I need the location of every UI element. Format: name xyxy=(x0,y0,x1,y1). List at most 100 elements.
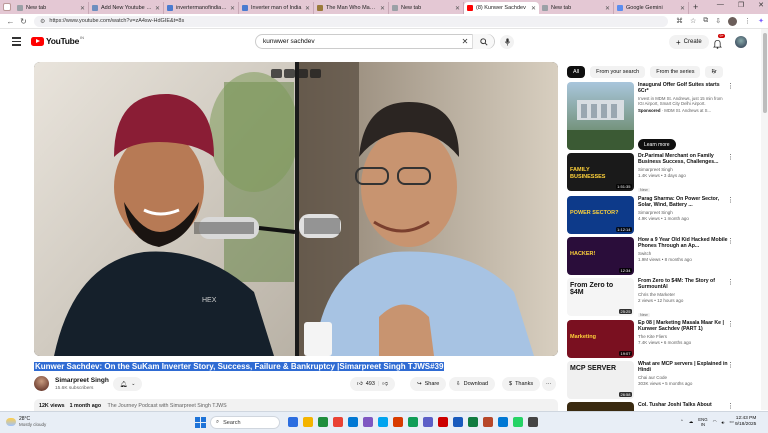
tab-close-icon[interactable]: ✕ xyxy=(680,5,685,12)
taskbar-app-icon[interactable] xyxy=(288,417,298,427)
taskbar-app-icon[interactable] xyxy=(513,417,523,427)
thanks-button[interactable]: $ Thanks xyxy=(502,377,541,391)
weather-widget[interactable]: 28°C Mostly cloudy xyxy=(6,416,46,427)
cast-icon[interactable] xyxy=(297,69,308,78)
thumbs-down-icon[interactable]: 👎︎ xyxy=(382,381,388,387)
tab-search-icon[interactable] xyxy=(3,3,11,11)
chevron-right-icon[interactable]: › xyxy=(713,67,716,76)
scrollbar-thumb[interactable] xyxy=(762,33,767,113)
more-vert-icon[interactable]: ⋮ xyxy=(727,361,734,369)
browser-tab[interactable]: New tab ✕ xyxy=(14,2,89,14)
video-title[interactable]: What are MCP servers | Explained in Hind… xyxy=(638,361,728,374)
recommended-video[interactable]: Marketing 19:07 Ep 08 | Marketing Masala M… xyxy=(567,320,737,360)
video-thumbnail[interactable]: From Zero to $4M 25:25 xyxy=(567,278,634,316)
taskbar-app-icon[interactable] xyxy=(423,417,433,427)
browser-tab[interactable]: New tab ✕ xyxy=(389,2,464,14)
taskbar-app-icon[interactable] xyxy=(408,417,418,427)
more-vert-icon[interactable]: ⋮ xyxy=(727,237,734,245)
video-title[interactable]: Kunwer Sachdev: On the SuKam Inverter St… xyxy=(34,362,445,371)
guide-menu-icon[interactable] xyxy=(12,37,21,48)
youtube-logo[interactable]: YouTube IN xyxy=(31,35,84,46)
address-bar[interactable]: ⚙ https://www.youtube.com/watch?v=zA4sw-… xyxy=(34,15,668,27)
browser-tab[interactable]: The Man Who Made In ✕ xyxy=(314,2,389,14)
like-button[interactable]: 👍︎ 493 | 👎︎ xyxy=(350,377,395,391)
extensions-icon[interactable]: ⧉ xyxy=(703,17,708,25)
account-avatar[interactable] xyxy=(735,36,747,48)
video-title[interactable]: Parag Sharma: On Power Sector, Solar, Wi… xyxy=(638,196,728,209)
video-title[interactable]: Col. Tushar Joshi Talks About xyxy=(638,402,728,408)
video-thumbnail[interactable]: POWER SECTOR? 1:12:14 xyxy=(567,196,634,234)
chevron-up-icon[interactable]: ⌃ xyxy=(680,419,684,425)
tab-close-icon[interactable]: ✕ xyxy=(80,5,85,12)
search-button[interactable] xyxy=(472,34,494,49)
voice-search-button[interactable] xyxy=(500,35,514,49)
page-scrollbar[interactable] xyxy=(761,29,768,410)
onedrive-icon[interactable]: ☁ xyxy=(689,419,694,425)
taskbar-app-icon[interactable] xyxy=(363,417,373,427)
filter-chip[interactable]: From your search xyxy=(590,66,646,78)
video-thumbnail[interactable]: HACKER! 12:34 xyxy=(567,237,634,275)
taskbar-app-icon[interactable] xyxy=(453,417,463,427)
more-vert-icon[interactable]: ⋮ xyxy=(727,196,734,204)
video-thumbnail[interactable]: MCP SERVER 26:58 xyxy=(567,361,634,399)
taskbar-app-icon[interactable] xyxy=(378,417,388,427)
browser-tab[interactable]: Add New Youtube - Ku ✕ xyxy=(89,2,164,14)
browser-tab[interactable]: Inverter man of India ✕ xyxy=(239,2,314,14)
search-box[interactable]: kunwwer sachdev ✕ xyxy=(255,34,495,49)
more-vert-icon[interactable]: ⋮ xyxy=(727,320,734,328)
more-vert-icon[interactable]: ⋮ xyxy=(727,153,734,161)
translate-icon[interactable]: ⌘ xyxy=(676,17,683,25)
taskbar-app-icon[interactable] xyxy=(468,417,478,427)
tab-close-icon[interactable]: ✕ xyxy=(605,5,610,12)
taskbar-app-icon[interactable] xyxy=(303,417,313,427)
channel-name[interactable]: Simarpreet Singh xyxy=(55,377,109,384)
close-window-icon[interactable]: ✕ xyxy=(758,1,764,9)
recommended-video[interactable]: From Zero to $4M 25:25 From Zero to $4M: T… xyxy=(567,278,737,318)
back-icon[interactable]: ← xyxy=(4,17,17,26)
more-vert-icon[interactable]: ⋮ xyxy=(727,402,734,410)
browser-tab[interactable]: (8) Kunwer Sachdev ✕ xyxy=(464,2,539,14)
browser-tab[interactable]: New tab ✕ xyxy=(539,2,614,14)
learn-more-button[interactable]: Learn more xyxy=(638,139,676,150)
create-button[interactable]: + Create xyxy=(669,35,709,49)
more-vert-icon[interactable]: ⋮ xyxy=(727,82,734,90)
taskbar-app-icon[interactable] xyxy=(483,417,493,427)
maximize-icon[interactable]: ❐ xyxy=(738,1,744,9)
video-thumbnail[interactable]: Marketing 19:07 xyxy=(567,320,634,358)
wifi-icon[interactable]: ◠ xyxy=(713,419,717,425)
site-info-icon[interactable]: ⚙ xyxy=(40,18,45,25)
tab-close-icon[interactable]: ✕ xyxy=(230,5,235,12)
taskbar-app-icon[interactable] xyxy=(348,417,358,427)
sponsored-ad[interactable]: Inaugural Offer Golf Suites starts 6Cr* … xyxy=(567,82,737,152)
taskbar-app-icon[interactable] xyxy=(528,417,538,427)
recommended-video[interactable]: FAMILY BUSINESSES 1:51:35 Dr.Parimal Merch… xyxy=(567,153,737,193)
share-button[interactable]: ↪ Share xyxy=(410,377,447,391)
system-clock[interactable]: 12:43 PM 9/18/2025 xyxy=(735,416,756,428)
minimize-icon[interactable]: — xyxy=(717,1,724,9)
taskbar-app-icon[interactable] xyxy=(333,417,343,427)
taskbar-app-icon[interactable] xyxy=(393,417,403,427)
tab-close-icon[interactable]: ✕ xyxy=(305,5,310,12)
notifications-button[interactable]: 9+ xyxy=(712,34,726,54)
downloads-icon[interactable]: ⇩ xyxy=(715,17,721,25)
filter-chip[interactable]: All xyxy=(567,66,586,78)
copilot-icon[interactable]: ✦ xyxy=(758,17,764,25)
channel-avatar[interactable] xyxy=(34,376,49,391)
tab-close-icon[interactable]: ✕ xyxy=(531,5,536,12)
ad-title[interactable]: Inaugural Offer Golf Suites starts 6Cr* xyxy=(638,82,728,95)
volume-icon[interactable]: 🔊︎ xyxy=(722,420,725,425)
menu-kebab-icon[interactable]: ⋮ xyxy=(744,17,751,25)
download-button[interactable]: ⇩ Download xyxy=(449,377,496,391)
browser-tab[interactable]: Google Gemini ✕ xyxy=(614,2,689,14)
clear-search-icon[interactable]: ✕ xyxy=(458,37,472,46)
video-title[interactable]: Dr.Parimal Merchant on Family Business S… xyxy=(638,153,728,166)
new-tab-button[interactable]: + xyxy=(693,2,698,12)
recommended-video[interactable]: HACKER! 12:34 How a 9 Year Old Kid Hacked … xyxy=(567,237,737,277)
browser-tab[interactable]: invertermanofindia.co ✕ xyxy=(164,2,239,14)
copy-icon[interactable] xyxy=(310,69,321,78)
language-indicator[interactable]: ENG IN xyxy=(698,417,707,427)
video-title[interactable]: Ep 08 | Marketing Masala Maar Ke | Kunwe… xyxy=(638,320,728,333)
taskbar-app-icon[interactable] xyxy=(498,417,508,427)
search-input[interactable]: kunwwer sachdev xyxy=(256,38,458,45)
bookmark-star-icon[interactable]: ☆ xyxy=(690,17,696,25)
